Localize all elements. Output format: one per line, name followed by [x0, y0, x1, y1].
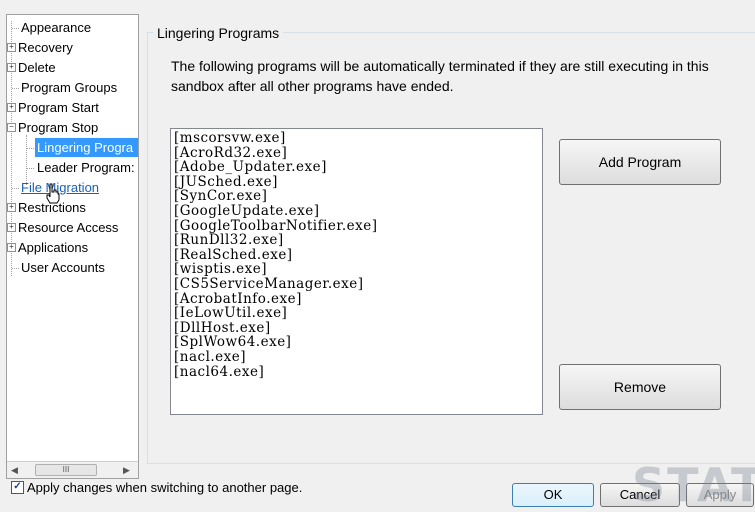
scroll-left-arrow-icon[interactable]: ◀ — [11, 465, 18, 476]
tree-item-leader-programs[interactable]: Leader Program: — [37, 158, 135, 177]
collapse-minus-icon[interactable]: − — [7, 123, 16, 132]
tree-item-applications[interactable]: Applications — [18, 238, 88, 257]
apply-on-switch-checkbox[interactable]: ✓ — [11, 481, 24, 494]
tree-branch-line — [12, 268, 19, 269]
list-item[interactable]: [DllHost.exe] — [171, 321, 542, 336]
list-item[interactable]: [nacl.exe] — [171, 350, 542, 365]
tree-item-program-stop[interactable]: Program Stop — [18, 118, 98, 137]
tree-item-recovery[interactable]: Recovery — [18, 38, 73, 57]
list-item[interactable]: [nacl64.exe] — [171, 364, 542, 380]
watermark-logo: STAT — [632, 458, 755, 512]
apply-on-switch-label: Apply changes when switching to another … — [27, 480, 303, 495]
list-item[interactable]: [SynCor.exe] — [171, 189, 542, 204]
expand-plus-icon[interactable]: + — [7, 43, 16, 52]
remove-button[interactable]: Remove — [559, 364, 721, 410]
tree-item-user-accounts[interactable]: User Accounts — [21, 258, 105, 277]
description-text: The following programs will be automatic… — [171, 58, 709, 94]
tree-item-resource-access[interactable]: Resource Access — [18, 218, 118, 237]
tree-item-program-groups[interactable]: Program Groups — [21, 78, 117, 97]
tree-guide-line — [11, 21, 12, 276]
list-item[interactable]: [GoogleUpdate.exe] — [171, 204, 542, 219]
tree-item-restrictions[interactable]: Restrictions — [18, 198, 86, 217]
settings-tree[interactable]: Appearance + Recovery + Delete Program G… — [6, 14, 139, 479]
window-top-strip — [0, 0, 755, 10]
program-listbox[interactable]: [mscorsvw.exe] [AcroRd32.exe] [Adobe_Upd… — [170, 128, 543, 415]
list-item[interactable]: [GoogleToolbarNotifier.exe] — [171, 218, 542, 234]
tree-item-delete[interactable]: Delete — [18, 58, 56, 77]
list-item[interactable]: [Adobe_Updater.exe] — [171, 160, 542, 175]
list-item[interactable]: [AcrobatInfo.exe] — [171, 291, 542, 307]
expand-plus-icon[interactable]: + — [7, 203, 16, 212]
tree-branch-line — [12, 28, 19, 29]
tree-horizontal-scrollbar[interactable]: ◀ III ▶ — [7, 461, 138, 478]
list-item[interactable]: [RunDll32.exe] — [171, 233, 542, 248]
list-item[interactable]: [mscorsvw.exe] — [171, 131, 542, 146]
list-item[interactable]: [RealSched.exe] — [171, 248, 542, 263]
expand-plus-icon[interactable]: + — [7, 243, 16, 252]
tree-branch-line — [12, 88, 19, 89]
add-program-button[interactable]: Add Program — [559, 139, 721, 185]
scrollbar-thumb[interactable]: III — [35, 464, 97, 476]
tree-branch-line — [27, 148, 34, 149]
list-item[interactable]: [AcroRd32.exe] — [171, 145, 542, 161]
list-item[interactable]: [wisptis.exe] — [171, 262, 542, 277]
tree-branch-line — [12, 188, 19, 189]
list-item[interactable]: [IeLowUtil.exe] — [171, 306, 542, 321]
expand-plus-icon[interactable]: + — [7, 223, 16, 232]
expand-plus-icon[interactable]: + — [7, 63, 16, 72]
list-item[interactable]: [JUSched.exe] — [171, 175, 542, 190]
expand-plus-icon[interactable]: + — [7, 103, 16, 112]
scroll-right-arrow-icon[interactable]: ▶ — [123, 465, 130, 476]
list-item[interactable]: [SplWow64.exe] — [171, 335, 542, 350]
list-item[interactable]: [CS5ServiceManager.exe] — [171, 277, 542, 292]
tree-item-lingering-programs[interactable]: Lingering Progra — [35, 138, 138, 157]
tree-item-appearance[interactable]: Appearance — [21, 18, 91, 37]
tree-branch-line — [27, 168, 34, 169]
ok-button[interactable]: OK — [512, 483, 594, 507]
tree-item-program-start[interactable]: Program Start — [18, 98, 99, 117]
group-title: Lingering Programs — [153, 25, 284, 41]
